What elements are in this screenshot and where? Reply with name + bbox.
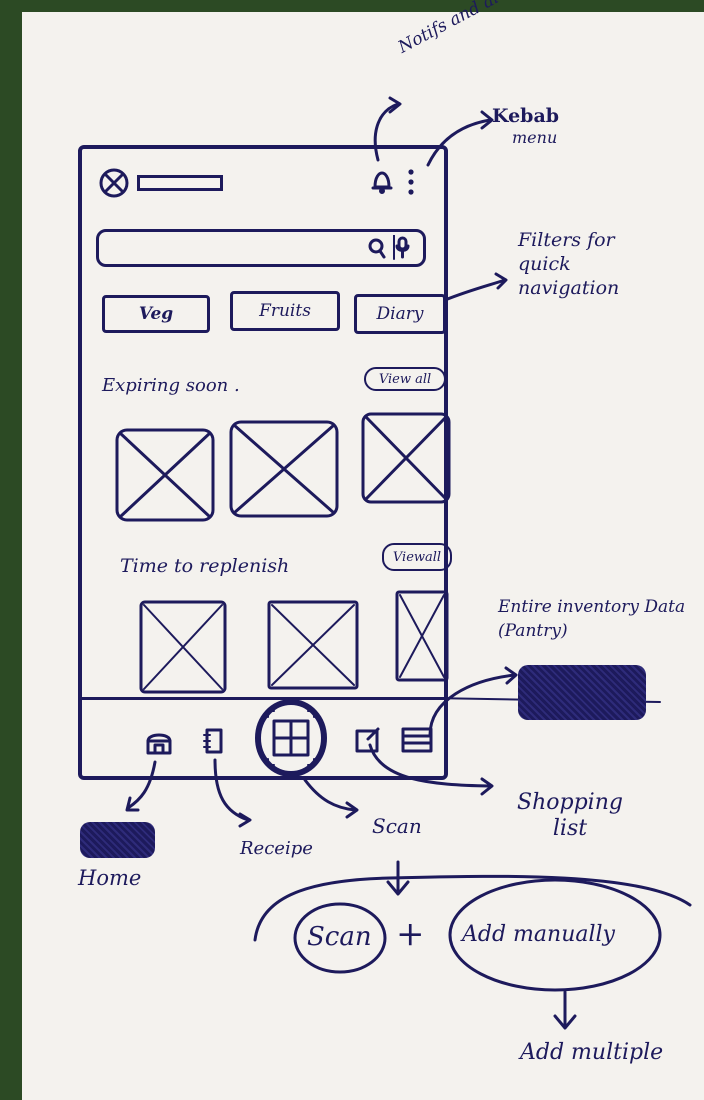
home-icon[interactable] [144, 727, 174, 757]
add-manually-option: Add manually [462, 922, 615, 947]
home-annotation: Home [78, 866, 142, 890]
expiring-item-thumbnail[interactable] [228, 419, 340, 519]
pantry-icon[interactable] [400, 725, 434, 755]
view-all-expiring-button[interactable]: View all [364, 367, 446, 391]
scan-annotation: Scan [372, 814, 422, 838]
replenish-item-thumbnail[interactable] [266, 599, 360, 691]
close-icon[interactable] [98, 167, 130, 199]
filter-chip-fruits[interactable]: Fruits [230, 291, 340, 331]
section-title-expiring: Expiring soon . [102, 375, 240, 396]
kebab-annotation-sub: menu [512, 128, 558, 147]
filters-annotation: Filters for quick navigation [518, 229, 620, 299]
mic-icon[interactable] [392, 235, 412, 261]
phone-frame: Veg Fruits Diary Expiring soon . View al… [78, 145, 452, 780]
scribbled-out-text [80, 822, 155, 858]
plus-sign: + [396, 914, 425, 954]
filter-chip-veg[interactable]: Veg [102, 295, 210, 333]
shopping-list-icon[interactable] [354, 725, 382, 755]
receipe-annotation: Receipe [240, 838, 313, 859]
scan-button[interactable] [254, 697, 328, 779]
filter-chip-diary[interactable]: Diary [354, 294, 446, 334]
view-all-replenish-button[interactable]: Viewall [382, 543, 452, 571]
kebab-annotation-title: Kebab [492, 105, 560, 127]
replenish-item-thumbnail[interactable] [138, 599, 228, 695]
app-title-placeholder [137, 175, 223, 191]
shopping-annotation: Shopping list [517, 790, 623, 841]
replenish-item-thumbnail[interactable] [394, 589, 450, 683]
recipe-icon[interactable] [202, 727, 226, 757]
expiring-item-thumbnail[interactable] [360, 411, 452, 505]
expiring-item-thumbnail[interactable] [114, 427, 216, 523]
inventory-annotation: Entire inventory Data (Pantry) [498, 597, 686, 641]
scan-option: Scan [307, 922, 372, 952]
bell-icon[interactable] [370, 169, 394, 195]
search-icon[interactable] [367, 237, 387, 259]
kebab-icon[interactable] [404, 167, 418, 197]
section-title-replenish: Time to replenish [120, 555, 290, 577]
scribbled-out-text [518, 665, 646, 720]
add-multiple-annotation: Add multiple [520, 1040, 664, 1065]
